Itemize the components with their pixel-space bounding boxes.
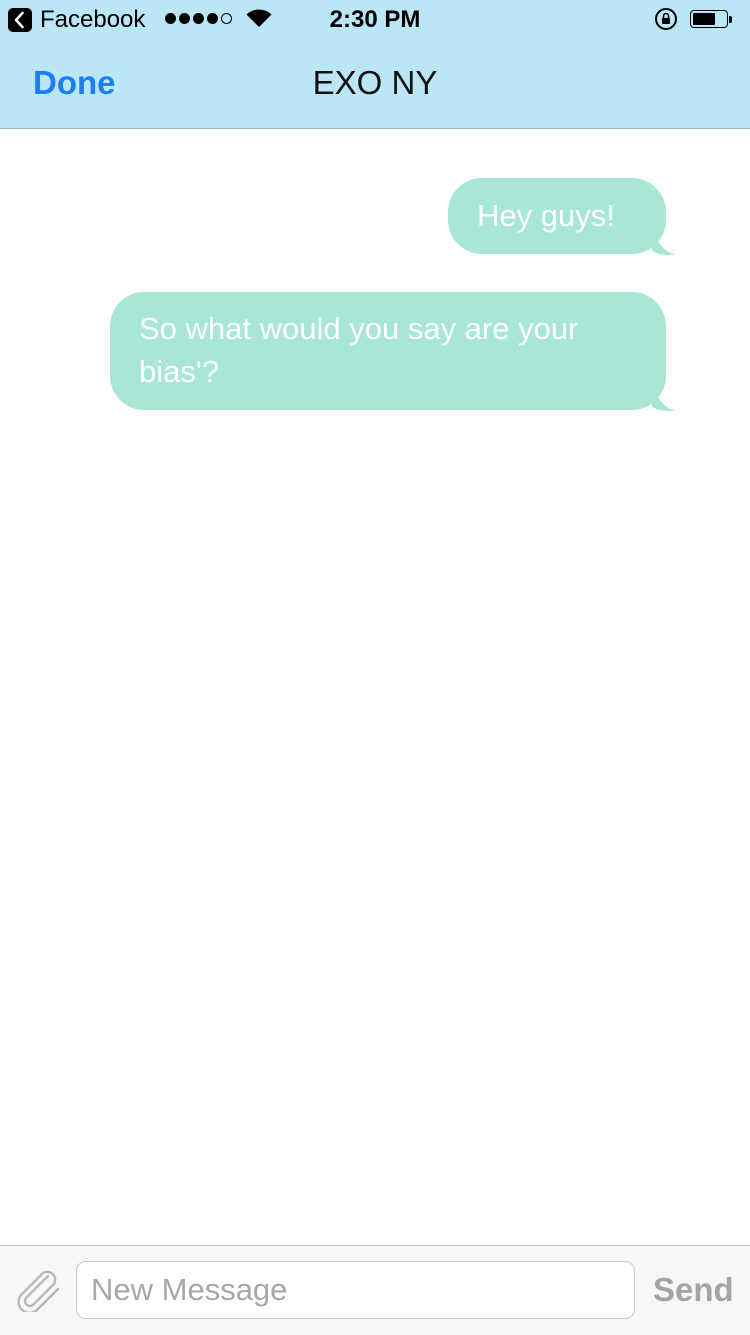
message-bubble: Hey guys! [448,178,676,255]
send-button[interactable]: Send [653,1271,734,1309]
message-text: Hey guys! [477,198,615,233]
status-time: 2:30 PM [329,6,421,33]
conversation-title: EXO NY [312,64,438,101]
bubble-tail-icon [652,381,676,411]
message-composer: Send [0,1245,750,1335]
header: Facebook 2:30 PM Done EXO NY [0,0,750,129]
message-text: So what would you say are your bias'? [139,311,579,389]
rotation-lock-icon [655,8,677,30]
paperclip-icon[interactable] [14,1268,62,1312]
message-input[interactable] [76,1261,635,1319]
battery-icon [690,10,734,30]
status-bar: Facebook 2:30 PM [0,0,750,40]
bubble-tail-icon [652,225,676,255]
message-bubble: So what would you say are your bias'? [110,292,676,411]
